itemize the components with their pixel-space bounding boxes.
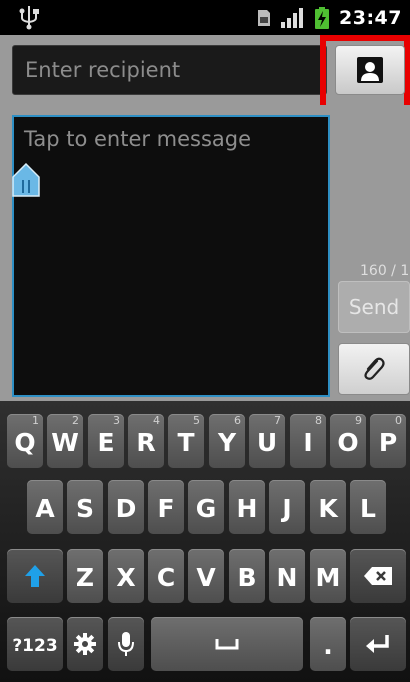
key-hint: 1 — [32, 414, 39, 427]
key-label: N — [276, 563, 298, 592]
key-hint: 6 — [234, 414, 241, 427]
symbols-key[interactable]: ?123 — [7, 617, 63, 671]
key-a[interactable]: A — [27, 480, 63, 534]
key-hint: 3 — [113, 414, 120, 427]
key-u[interactable]: 7U — [249, 414, 285, 468]
key-label: M — [315, 563, 341, 592]
key-o[interactable]: 9O — [330, 414, 366, 468]
key-hint: 9 — [355, 414, 362, 427]
key-i[interactable]: 8I — [290, 414, 326, 468]
key-label: C — [156, 563, 176, 592]
key-n[interactable]: N — [269, 549, 305, 603]
settings-key[interactable] — [67, 617, 103, 671]
key-label: S — [75, 494, 94, 523]
key-v[interactable]: V — [188, 549, 224, 603]
key-b[interactable]: B — [229, 549, 265, 603]
attach-button[interactable] — [338, 343, 410, 395]
key-label: B — [237, 563, 257, 592]
period-key[interactable]: . — [310, 617, 346, 671]
compose-area: Tap to enter message 160 / 1 Send — [0, 105, 410, 401]
enter-icon — [366, 635, 389, 653]
key-label: V — [196, 563, 216, 592]
key-label: P — [378, 428, 398, 457]
contact-icon — [357, 57, 383, 83]
key-label: T — [177, 428, 195, 457]
key-p[interactable]: 0P — [370, 414, 406, 468]
battery-charging-icon — [315, 6, 330, 29]
character-counter: 160 / 1 — [360, 263, 410, 279]
key-label: . — [323, 631, 333, 660]
microphone-icon — [118, 632, 134, 656]
key-w[interactable]: 2W — [47, 414, 83, 468]
gear-icon — [74, 633, 96, 655]
key-label: H — [236, 494, 258, 523]
key-s[interactable]: S — [67, 480, 103, 534]
shift-key[interactable] — [7, 549, 63, 603]
key-label: U — [256, 428, 278, 457]
space-key[interactable] — [151, 617, 303, 671]
key-label: W — [51, 428, 79, 457]
key-label: E — [97, 428, 115, 457]
key-l[interactable]: L — [350, 480, 386, 534]
key-m[interactable]: M — [310, 549, 346, 603]
key-label: I — [303, 428, 313, 457]
contact-picker-button[interactable] — [335, 45, 405, 95]
voice-input-key[interactable] — [108, 617, 144, 671]
recipient-input[interactable]: Enter recipient — [12, 45, 327, 95]
message-placeholder: Tap to enter message — [24, 127, 252, 151]
key-label: D — [115, 494, 137, 523]
key-label: ?123 — [12, 636, 58, 656]
key-y[interactable]: 6Y — [209, 414, 245, 468]
key-label: F — [157, 494, 175, 523]
shift-arrow-icon — [25, 565, 45, 587]
key-label: L — [360, 494, 376, 523]
enter-key[interactable] — [350, 617, 406, 671]
key-label: G — [195, 494, 217, 523]
key-label: Z — [75, 563, 95, 592]
key-hint: 7 — [274, 414, 281, 427]
key-hint: 4 — [153, 414, 160, 427]
key-r[interactable]: 4R — [128, 414, 164, 468]
space-icon — [215, 639, 239, 650]
key-label: Y — [217, 428, 237, 457]
key-q[interactable]: 1Q — [7, 414, 43, 468]
key-label: R — [136, 428, 156, 457]
backspace-icon — [364, 567, 392, 585]
key-hint: 0 — [395, 414, 402, 427]
status-bar: 23:47 — [0, 0, 410, 35]
send-button[interactable]: Send — [338, 281, 410, 333]
message-input[interactable]: Tap to enter message — [12, 115, 330, 397]
signal-icon — [281, 7, 304, 28]
usb-icon — [19, 6, 39, 30]
key-z[interactable]: Z — [67, 549, 103, 603]
key-t[interactable]: 5T — [168, 414, 204, 468]
recipient-bar: Enter recipient — [0, 35, 410, 113]
key-j[interactable]: J — [269, 480, 305, 534]
text-cursor-handle[interactable] — [12, 163, 40, 197]
key-h[interactable]: H — [229, 480, 265, 534]
key-hint: 5 — [193, 414, 200, 427]
key-f[interactable]: F — [148, 480, 184, 534]
key-x[interactable]: X — [108, 549, 144, 603]
key-g[interactable]: G — [188, 480, 224, 534]
backspace-key[interactable] — [350, 549, 406, 603]
key-k[interactable]: K — [310, 480, 346, 534]
key-label: J — [282, 494, 292, 523]
key-c[interactable]: C — [148, 549, 184, 603]
key-hint: 8 — [315, 414, 322, 427]
key-e[interactable]: 3E — [88, 414, 124, 468]
key-label: Q — [14, 428, 36, 457]
key-d[interactable]: D — [108, 480, 144, 534]
status-time: 23:47 — [339, 6, 402, 29]
key-hint: 2 — [72, 414, 79, 427]
sim-card-icon — [258, 9, 271, 26]
key-label: K — [318, 494, 338, 523]
paperclip-icon — [364, 357, 385, 380]
keyboard: 1Q 2W 3E 4R 5T 6Y 7U 8I 9O 0P A S D F G … — [0, 401, 410, 682]
key-label: O — [337, 428, 359, 457]
key-label: X — [116, 563, 136, 592]
key-label: A — [35, 494, 55, 523]
